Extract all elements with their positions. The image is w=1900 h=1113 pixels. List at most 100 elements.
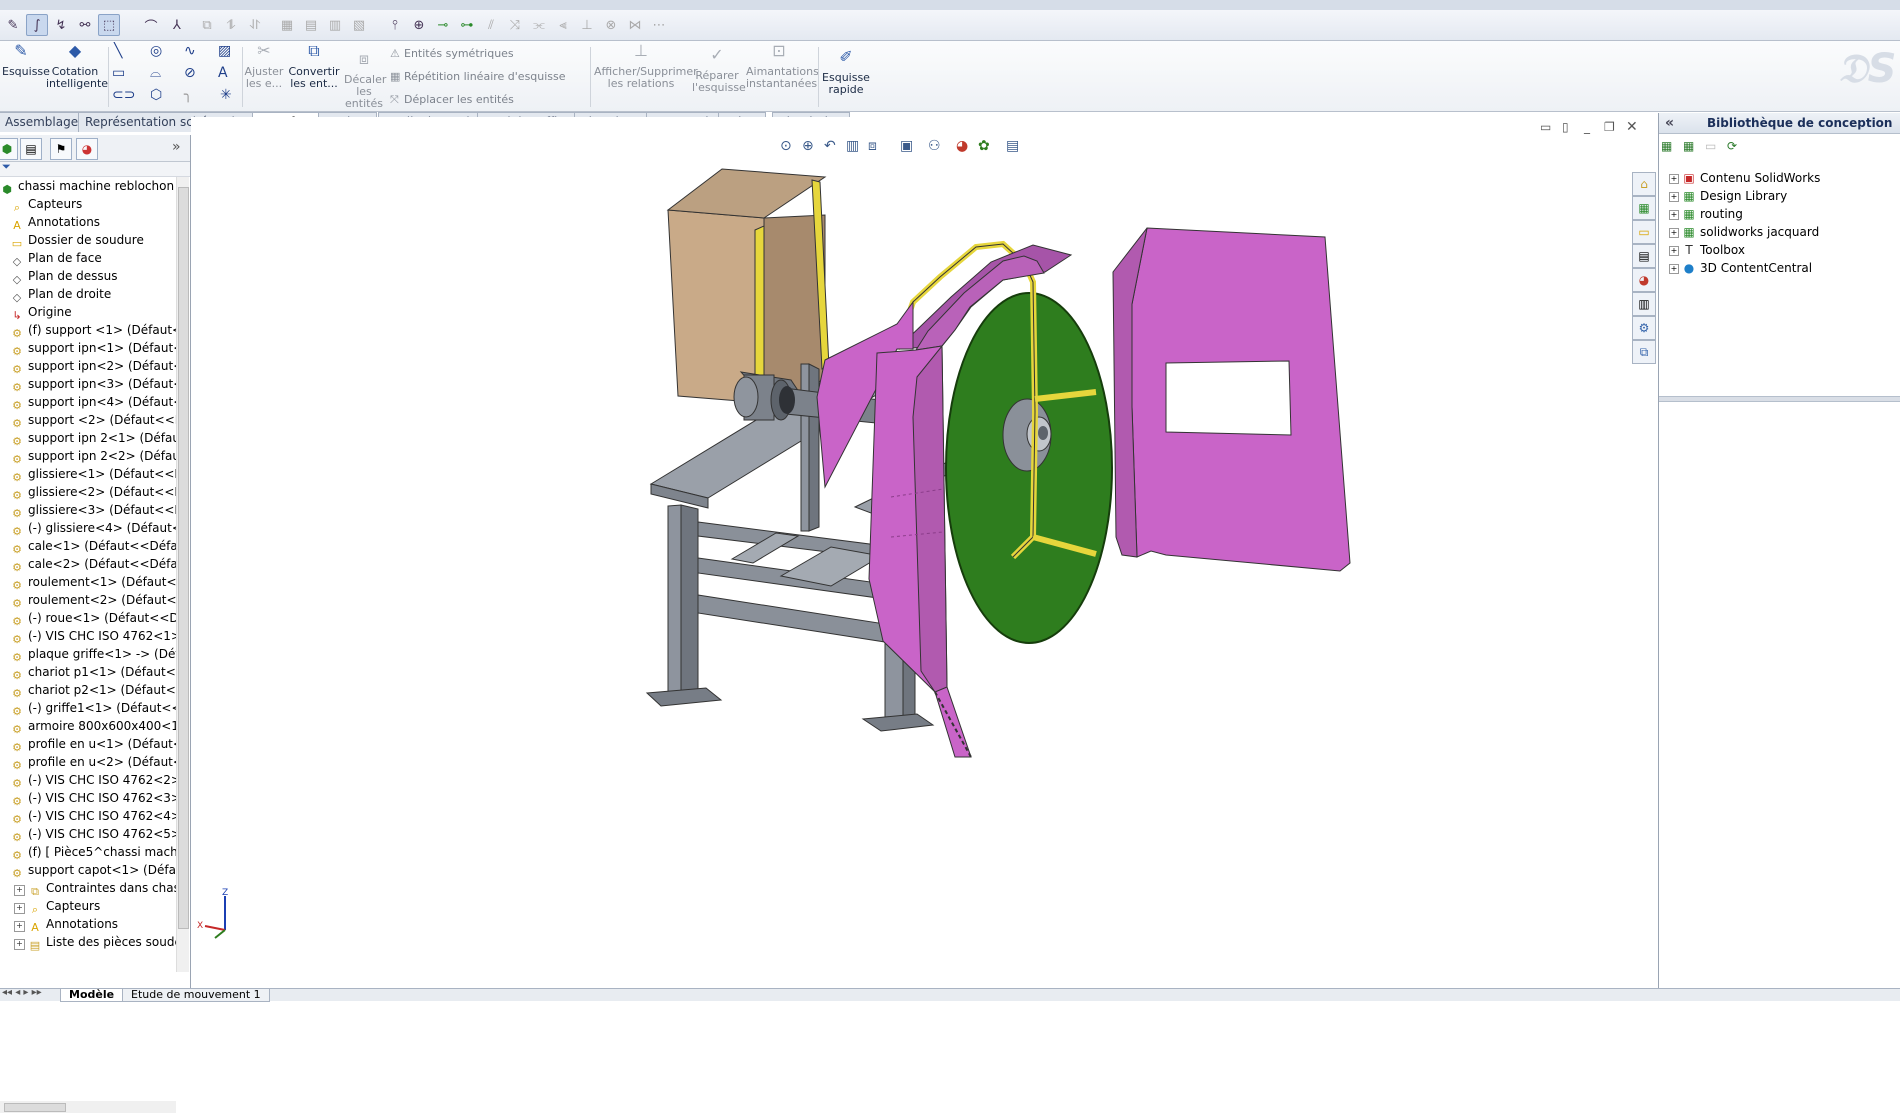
trim-entities-button[interactable]: ✂ Ajuster les e...: [244, 43, 284, 90]
expand-icon[interactable]: +: [14, 939, 25, 950]
home-icon[interactable]: ⌂: [1632, 172, 1656, 196]
view-palette-icon[interactable]: ▤: [1632, 244, 1656, 268]
create-folder-icon[interactable]: ▭: [1705, 139, 1721, 155]
tree-item[interactable]: ⚙ (f) support <1> (Défaut<<: [10, 321, 176, 340]
library-item[interactable]: + ▦ solidworks jacquard: [1669, 223, 1819, 241]
trim-small-icon[interactable]: ⥯: [244, 14, 266, 36]
coincident-icon[interactable]: ⫽: [480, 14, 502, 36]
horizontal-icon[interactable]: ⊸: [432, 14, 454, 36]
wheel-model[interactable]: [945, 292, 1113, 644]
add-to-library-icon[interactable]: ▦: [1661, 139, 1677, 155]
filter-icon[interactable]: ⏷: [2, 160, 11, 174]
tree-item[interactable]: ⚙support ipn 2<2> (Défaut<: [10, 447, 176, 466]
display-manager-tab-icon[interactable]: ◕: [76, 138, 98, 160]
move-icon[interactable]: ▥: [324, 14, 346, 36]
expand-icon[interactable]: +: [1669, 246, 1679, 256]
tree-item[interactable]: ⚙support ipn<2> (Défaut<<: [10, 357, 176, 376]
tree-item[interactable]: A Annotations: [10, 213, 100, 232]
line-icon[interactable]: ╲: [114, 43, 122, 59]
expand-icon[interactable]: +: [14, 921, 25, 932]
expand-icon[interactable]: +: [1669, 264, 1679, 274]
parallel-icon[interactable]: ⫷: [552, 14, 574, 36]
expand-panel-icon[interactable]: »: [172, 139, 181, 155]
expand-icon[interactable]: +: [1669, 192, 1679, 202]
vertical-icon[interactable]: ⊶: [456, 14, 478, 36]
tree-item[interactable]: + ⌕ Capteurs: [14, 897, 100, 916]
sketch-tool-icon[interactable]: ✎: [2, 14, 24, 36]
tree-item[interactable]: ⚙(-) VIS CHC ISO 4762<4> (V: [10, 807, 176, 826]
convert-entities-button[interactable]: ⧉ Convertir les ent...: [288, 43, 340, 90]
library-item[interactable]: + T Toolbox: [1669, 241, 1745, 259]
tree-item[interactable]: ↳ Origine: [10, 303, 71, 322]
tree-item[interactable]: ⚙support ipn 2<1> (Défaut<: [10, 429, 176, 448]
quick-snaps-button[interactable]: ⊡ Aimantations instantanées: [746, 43, 819, 90]
tree-item[interactable]: ⚙support ipn<1> (Défaut<<: [10, 339, 176, 358]
design-library-icon[interactable]: ▦: [1632, 196, 1656, 220]
tree-item[interactable]: ⚙glissiere<2> (Défaut<<Déf: [10, 483, 176, 502]
rapid-sketch-button[interactable]: ✐ Esquisse rapide: [822, 49, 870, 96]
chamfer-icon[interactable]: ⅄: [166, 14, 188, 36]
relation-icon[interactable]: ⫯: [384, 14, 406, 36]
forum-icon[interactable]: ⚙: [1632, 316, 1656, 340]
offset-small-icon[interactable]: ⥮: [220, 14, 242, 36]
appearances-icon[interactable]: ◕: [1632, 268, 1656, 292]
tab-assemblage[interactable]: Assemblage: [0, 112, 86, 132]
fix-icon[interactable]: ⊗: [600, 14, 622, 36]
tree-item[interactable]: + ⧉ Contraintes dans chassi: [14, 879, 176, 898]
expand-icon[interactable]: +: [14, 903, 25, 914]
ellipse-icon[interactable]: ⊘: [184, 65, 196, 81]
minimize-icon[interactable]: _: [1584, 120, 1590, 134]
3d-sketch-icon[interactable]: ⬚: [98, 14, 120, 36]
expand-icon[interactable]: +: [1669, 174, 1679, 184]
copy-icon[interactable]: ▧: [348, 14, 370, 36]
configuration-manager-tab-icon[interactable]: ⚑: [50, 138, 72, 160]
equal-icon[interactable]: ⫘: [528, 14, 550, 36]
file-explorer-icon[interactable]: ▭: [1632, 220, 1656, 244]
tree-vertical-scrollbar[interactable]: [176, 177, 189, 972]
tree-item[interactable]: ⚙profile en u<1> (Défaut<Br: [10, 735, 176, 754]
tree-item[interactable]: ⚙roulement<2> (Défaut<<D: [10, 591, 176, 610]
move-entities-item[interactable]: ⤧ Déplacer les entités: [390, 93, 514, 107]
tree-item[interactable]: ⚙support ipn<3> (Défaut<<: [10, 375, 176, 394]
collapse-panel-icon[interactable]: «: [1665, 113, 1674, 133]
toolbox-tab-icon[interactable]: ⧉: [1632, 340, 1656, 364]
restore-icon[interactable]: ❐: [1604, 120, 1615, 134]
tree-item[interactable]: ⚙(-) VIS CHC ISO 4762<3> (V: [10, 789, 176, 808]
scrollbar-thumb[interactable]: [178, 187, 189, 929]
tree-item[interactable]: ⚙glissiere<1> (Défaut<<Déf: [10, 465, 176, 484]
collinear-icon[interactable]: ⋯: [648, 14, 670, 36]
tile-horizontal-icon[interactable]: ▭: [1540, 120, 1551, 134]
curve-tool-icon[interactable]: ↯: [50, 14, 72, 36]
tree-filter-bar[interactable]: ⏷: [0, 160, 190, 177]
tree-horizontal-scrollbar[interactable]: [0, 1101, 176, 1113]
tree-item[interactable]: ◇ Plan de dessus: [10, 267, 118, 286]
rectangle-icon[interactable]: ▭: [112, 65, 125, 81]
circle-icon[interactable]: ◎: [150, 43, 162, 59]
close-icon[interactable]: ✕: [1626, 119, 1638, 135]
text-tool-icon[interactable]: A: [218, 65, 228, 81]
tree-item[interactable]: ⚙(-) VIS CHC ISO 4762<5> (V: [10, 825, 176, 844]
tree-item[interactable]: ⚙profile en u<2> (Défaut<Br: [10, 753, 176, 772]
display-style-icon[interactable]: ▣: [900, 138, 913, 154]
view-orientation-icon[interactable]: ⧈: [868, 138, 877, 154]
tree-item[interactable]: ⚙chariot p2<1> (Défaut<<D: [10, 681, 176, 700]
sketch-button[interactable]: ✎ Esquisse: [2, 43, 50, 78]
tree-item[interactable]: ◇ Plan de droite: [10, 285, 111, 304]
offset-entities-button[interactable]: ⧈ Décaler les entités: [344, 51, 386, 110]
fillet-icon[interactable]: ⌒: [140, 14, 162, 36]
hscrollbar-thumb[interactable]: [4, 1103, 66, 1112]
expand-icon[interactable]: +: [1669, 228, 1679, 238]
previous-view-icon[interactable]: ↶: [824, 138, 836, 154]
mirror-entities-item[interactable]: ⚠ Entités symétriques: [390, 47, 514, 60]
perpendicular-icon[interactable]: ⊥: [576, 14, 598, 36]
feature-tree-tab-icon[interactable]: ⬢: [0, 138, 18, 160]
hide-show-icon[interactable]: ⚇: [928, 138, 941, 154]
tree-item[interactable]: ⚙roulement<1> (Défaut<<D: [10, 573, 176, 592]
view-settings-icon[interactable]: ▤: [1006, 138, 1019, 154]
section-view-icon[interactable]: ▥: [846, 138, 859, 154]
tree-item[interactable]: ⚙chariot p1<1> (Défaut<<D: [10, 663, 176, 682]
spline-tool-icon[interactable]: ∫: [26, 14, 48, 36]
linear-pattern-item[interactable]: ▦ Répétition linéaire d'esquisse: [390, 70, 566, 83]
tree-item[interactable]: ⚙armoire 800x600x400<1> (D: [10, 717, 176, 736]
spline-icon[interactable]: ∿: [184, 43, 196, 59]
